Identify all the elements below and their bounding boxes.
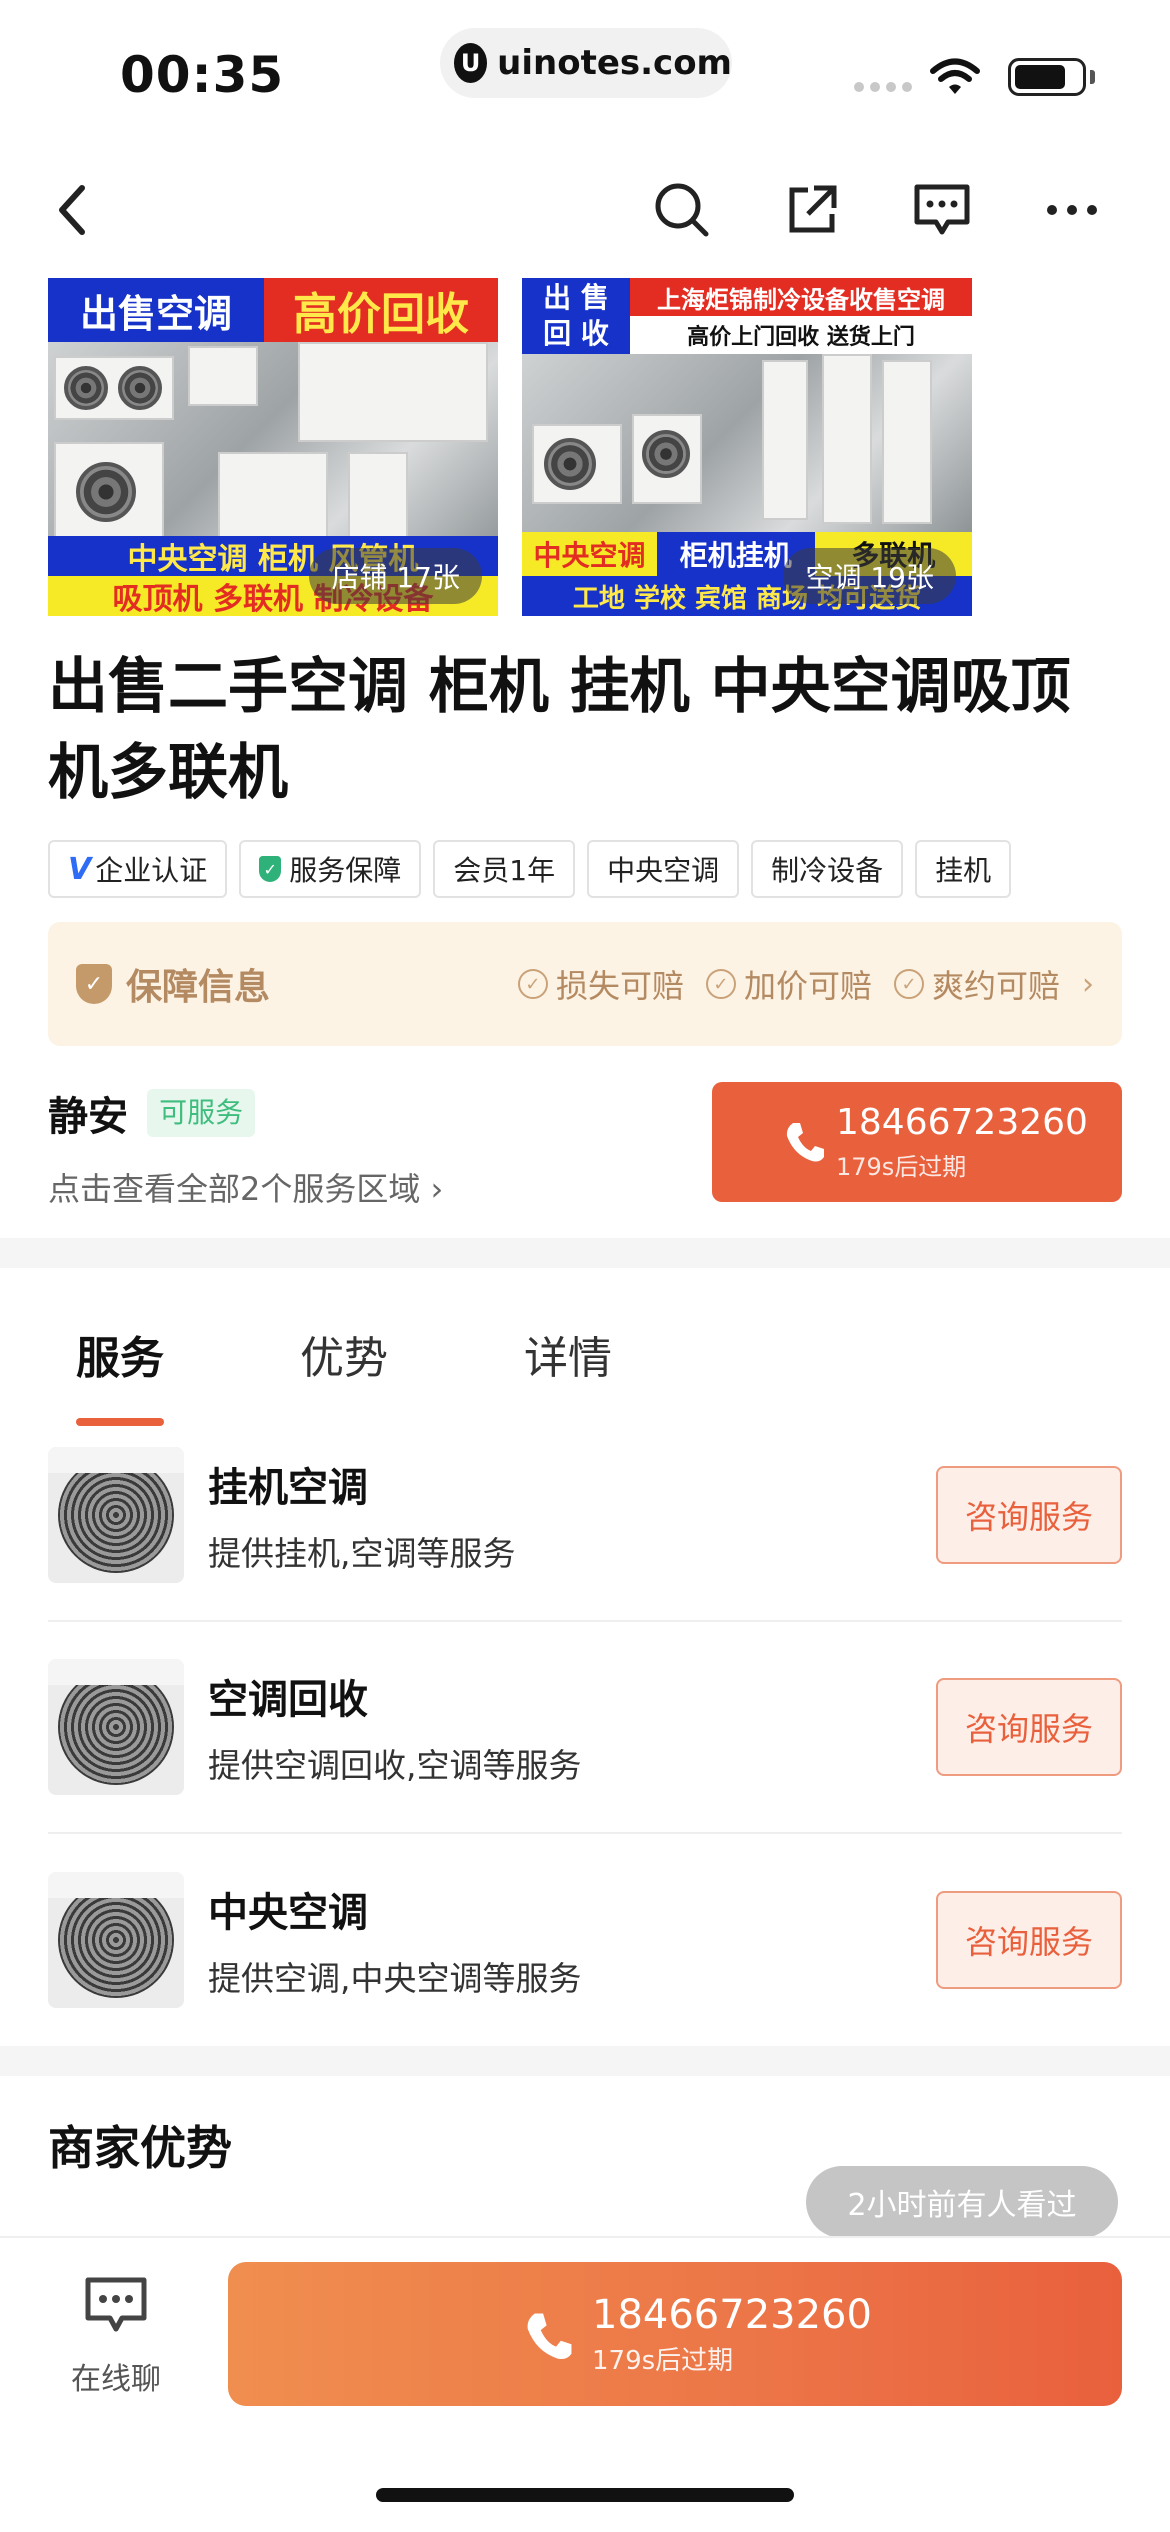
guarantee-item: ✓ 爽约可赔 <box>893 961 1060 1007</box>
tag-membership: 会员1年 <box>433 840 576 898</box>
back-button[interactable] <box>40 178 104 242</box>
message-button[interactable] <box>910 178 974 242</box>
chat-bubble-icon <box>85 2277 147 2332</box>
tab-details[interactable]: 详情 <box>496 1322 640 1386</box>
message-icon <box>914 184 970 235</box>
search-icon <box>655 183 709 237</box>
tag-service-guarantee: ✓ 服务保障 <box>239 840 422 898</box>
serviceable-badge: 可服务 <box>147 1089 256 1137</box>
gallery-image-2[interactable]: 出 售 回 收 上海炬锦制冷设备收售空调 高价上门回收 送货上门 中央空调 柜机… <box>522 278 972 616</box>
service-area[interactable]: 静安 可服务 点击查看全部2个服务区域 › <box>48 1084 443 1210</box>
consult-service-button[interactable]: 咨询服务 <box>936 1891 1122 1989</box>
shield-icon: ✓ <box>76 964 112 1004</box>
check-circle-icon: ✓ <box>705 969 736 999</box>
chevron-right-icon: › <box>1082 966 1094 1002</box>
phone-icon <box>786 1123 824 1162</box>
chevron-left-icon <box>59 185 85 235</box>
image-count-badge: 店铺 17张 <box>309 548 482 604</box>
service-thumbnail <box>48 1872 184 2008</box>
tab-bar: 服务 优势 详情 <box>48 1322 640 1426</box>
ac-units-photo <box>48 342 498 558</box>
status-bar: 00:35 U uinotes.com <box>0 0 1170 150</box>
url-text: uinotes.com <box>497 43 732 83</box>
tag-list: V 企业认证 ✓ 服务保障 会员1年 中央空调 制冷设备 挂机 <box>48 840 1012 898</box>
service-name: 空调回收 <box>208 1677 368 1723</box>
share-icon <box>789 185 837 233</box>
section-divider <box>0 2046 1170 2076</box>
service-name: 挂机空调 <box>208 1465 368 1511</box>
battery-icon <box>1008 58 1086 96</box>
tag-central-ac: 中央空调 <box>587 840 740 898</box>
service-description: 提供空调,中央空调等服务 <box>208 1959 582 1998</box>
site-logo-icon: U <box>454 43 488 83</box>
shield-check-icon: ✓ <box>259 856 282 882</box>
call-expiry: 179s后过期 <box>592 2346 734 2376</box>
phone-icon <box>527 2313 572 2360</box>
online-chat-button[interactable]: 在线聊 <box>56 2274 176 2398</box>
wifi-icon <box>930 58 980 102</box>
recently-viewed-toast: 2小时前有人看过 <box>806 2166 1118 2238</box>
service-item[interactable]: 空调回收 提供空调回收,空调等服务 咨询服务 <box>48 1622 1122 1834</box>
more-button[interactable] <box>1040 178 1104 242</box>
chat-label: 在线聊 <box>71 2362 161 2397</box>
tag-wall-unit: 挂机 <box>915 840 1012 898</box>
consult-service-button[interactable]: 咨询服务 <box>936 1678 1122 1776</box>
call-phone-button[interactable]: 18466723260 179s后过期 <box>712 1082 1122 1202</box>
cellular-signal-icon <box>854 82 912 92</box>
url-pill[interactable]: U uinotes.com <box>440 28 732 98</box>
ac-units-photo <box>522 354 972 532</box>
call-now-button[interactable]: 18466723260 179s后过期 <box>228 2262 1122 2406</box>
merchant-advantages-title: 商家优势 <box>48 2121 232 2175</box>
service-description: 提供挂机,空调等服务 <box>208 1534 516 1573</box>
more-icon <box>1047 205 1097 215</box>
guarantee-item: ✓ 加价可赔 <box>705 961 872 1007</box>
status-time: 00:35 <box>120 46 285 104</box>
phone-number: 18466723260 <box>836 1101 1088 1143</box>
home-indicator <box>376 2488 794 2502</box>
consult-service-button[interactable]: 咨询服务 <box>936 1466 1122 1564</box>
check-circle-icon: ✓ <box>893 969 924 999</box>
service-name: 中央空调 <box>208 1890 368 1936</box>
check-circle-icon: ✓ <box>517 969 548 999</box>
service-thumbnail <box>48 1659 184 1795</box>
section-divider <box>0 1238 1170 1268</box>
gallery-image-1[interactable]: 出售空调 高价回收 中央空调 柜机 风管机 吸顶机 多联机 制冷设备 店铺 17… <box>48 278 498 616</box>
call-number: 18466723260 <box>592 2292 872 2338</box>
search-button[interactable] <box>650 178 714 242</box>
tab-services[interactable]: 服务 <box>48 1322 192 1426</box>
guarantee-banner[interactable]: ✓ 保障信息 ✓ 损失可赔 ✓ 加价可赔 ✓ 爽约可赔 › <box>48 922 1122 1046</box>
service-item[interactable]: 中央空调 提供空调,中央空调等服务 咨询服务 <box>48 1834 1122 2046</box>
phone-expiry: 179s后过期 <box>836 1152 967 1181</box>
service-description: 提供空调回收,空调等服务 <box>208 1746 582 1785</box>
image-count-badge: 空调 19张 <box>783 548 956 604</box>
image-gallery[interactable]: 出售空调 高价回收 中央空调 柜机 风管机 吸顶机 多联机 制冷设备 店铺 17… <box>48 278 972 616</box>
guarantee-item: ✓ 损失可赔 <box>517 961 684 1007</box>
tag-enterprise-verified: V 企业认证 <box>48 840 228 898</box>
tag-refrigeration: 制冷设备 <box>751 840 904 898</box>
nav-bar <box>0 160 1170 250</box>
area-name: 静安 <box>48 1094 128 1140</box>
service-item[interactable]: 挂机空调 提供挂机,空调等服务 咨询服务 <box>48 1410 1122 1622</box>
service-thumbnail <box>48 1447 184 1583</box>
share-button[interactable] <box>780 178 844 242</box>
verified-v-icon: V <box>68 851 92 887</box>
guarantee-title: 保障信息 <box>126 967 271 1008</box>
listing-title: 出售二手空调 柜机 挂机 中央空调吸顶机多联机 <box>48 652 1071 808</box>
tab-advantages[interactable]: 优势 <box>272 1322 416 1386</box>
all-areas-link[interactable]: 点击查看全部2个服务区域 › <box>48 1164 443 1210</box>
